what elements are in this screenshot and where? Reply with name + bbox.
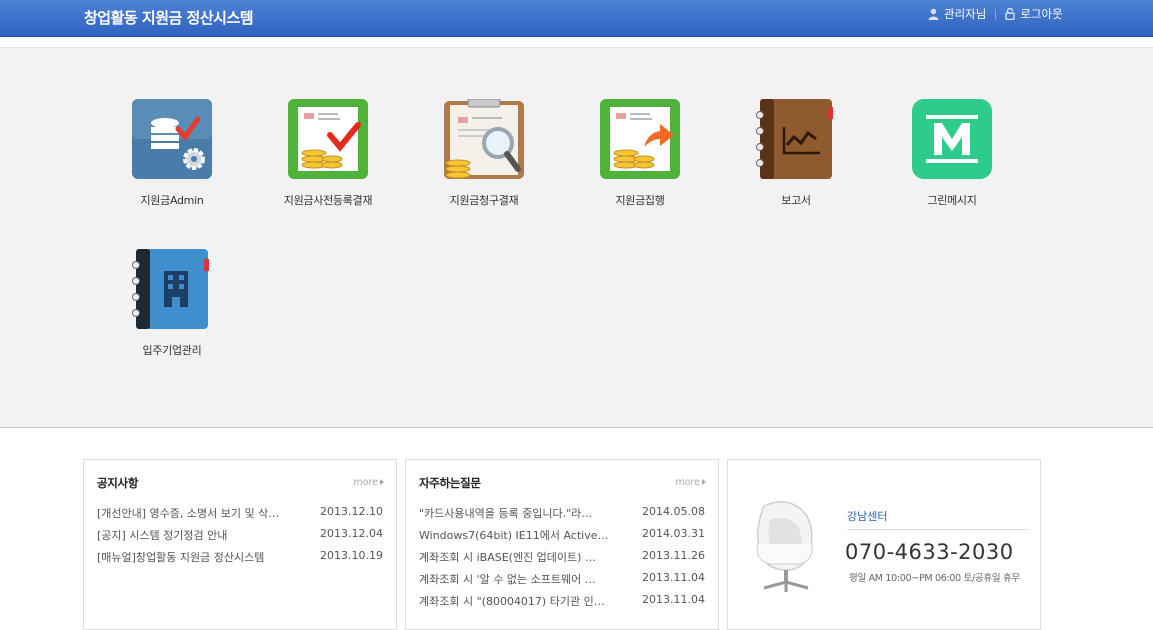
- logout-label: 로그아웃: [1020, 7, 1063, 21]
- notice-panel: 공지사항 more [개선안내] 영수증, 소명서 보기 및 삭… 2013.1…: [83, 459, 397, 630]
- item-title: "카드사용내역을 등록 중입니다."라…: [419, 507, 593, 520]
- faq-list: "카드사용내역을 등록 중입니다."라… 2014.05.08 Windows7…: [419, 505, 705, 615]
- item-title: 계좌조회 시 '알 수 없는 소프트웨어 …: [419, 573, 596, 586]
- egg-chair-icon: [756, 501, 813, 592]
- app-tile-tenant-management[interactable]: 입주기업관리: [107, 249, 237, 358]
- green-message-m-icon: [912, 99, 992, 179]
- app-label: 지원금청구결재: [449, 194, 519, 207]
- app-tile-execution[interactable]: 지원금집행: [575, 99, 705, 208]
- support-hours: 평일 AM 10:00~PM 06:00 토/공휴일 휴무: [849, 573, 1020, 584]
- item-date: 2013.10.19: [320, 549, 383, 562]
- app-label: 지원금사전등록결재: [283, 194, 373, 207]
- notice-list: [개선안내] 영수증, 소명서 보기 및 삭… 2013.12.10 [공지] …: [97, 505, 383, 571]
- app-label: 입주기업관리: [142, 344, 202, 357]
- app-tile-report[interactable]: 보고서: [731, 99, 861, 208]
- report-notebook-icon: [756, 99, 833, 179]
- list-item[interactable]: Windows7(64bit) IE11에서 Active… 2014.03.3…: [419, 527, 705, 549]
- user-area: 관리자님 로그아웃: [928, 6, 1063, 22]
- user-icon: [928, 8, 939, 20]
- item-date: 2013.11.04: [642, 593, 705, 606]
- item-title: [공지] 시스템 정기정검 안내: [97, 529, 228, 542]
- notice-title: 공지사항: [97, 476, 139, 490]
- top-header: 창업활동 지원금 정산시스템 관리자님 로그아웃: [0, 0, 1153, 37]
- faq-title: 자주하는질문: [419, 476, 481, 490]
- support-phone: 070-4633-2030: [845, 540, 1014, 564]
- list-item[interactable]: "카드사용내역을 등록 중입니다."라… 2014.05.08: [419, 505, 705, 527]
- list-item[interactable]: [매뉴얼]창업활동 지원금 정산시스템 2013.10.19: [97, 549, 383, 571]
- item-date: 2013.11.04: [642, 571, 705, 584]
- app-title: 창업활동 지원금 정산시스템: [84, 9, 254, 27]
- document-coins-check-icon: [288, 99, 368, 179]
- divider: [995, 8, 997, 20]
- app-tile-claim-approval[interactable]: 지원금청구결재: [419, 98, 549, 208]
- app-label: 지원금집행: [615, 194, 665, 207]
- building-notebook-icon: [132, 249, 209, 329]
- list-item[interactable]: 계좌조회 시 '알 수 없는 소프트웨어 … 2013.11.04: [419, 571, 705, 593]
- clipboard-search-icon: [444, 98, 524, 179]
- user-menu[interactable]: 관리자님: [928, 6, 986, 22]
- item-title: Windows7(64bit) IE11에서 Active…: [419, 529, 609, 542]
- support-panel: 강남센터 070-4633-2030 평일 AM 10:00~PM 06:00 …: [727, 459, 1041, 630]
- notice-more-link[interactable]: more: [353, 477, 384, 488]
- database-gear-icon: [132, 99, 212, 179]
- app-tile-green-message[interactable]: 그린메시지: [887, 99, 1017, 208]
- app-label: 보고서: [781, 194, 811, 207]
- center-name: 강남센터: [847, 508, 1029, 530]
- list-item[interactable]: [공지] 시스템 정기정검 안내 2013.12.04: [97, 527, 383, 549]
- app-tile-pre-registration[interactable]: 지원금사전등록결재: [263, 99, 393, 208]
- item-date: 2013.11.26: [642, 549, 705, 562]
- app-tile-admin[interactable]: 지원금Admin: [107, 99, 237, 208]
- item-date: 2014.03.31: [642, 527, 705, 540]
- item-title: [매뉴얼]창업활동 지원금 정산시스템: [97, 551, 265, 564]
- item-title: [개선안내] 영수증, 소명서 보기 및 삭…: [97, 507, 280, 520]
- item-date: 2013.12.10: [320, 505, 383, 518]
- item-date: 2014.05.08: [642, 505, 705, 518]
- user-name: 관리자님: [944, 7, 987, 21]
- list-item[interactable]: [개선안내] 영수증, 소명서 보기 및 삭… 2013.12.10: [97, 505, 383, 527]
- faq-more-link[interactable]: more: [675, 477, 706, 488]
- list-item[interactable]: 계좌조회 시 "(80004017) 타기관 인… 2013.11.04: [419, 593, 705, 615]
- item-title: 계좌조회 시 iBASE(엔진 업데이트) …: [419, 551, 596, 564]
- logout-button[interactable]: 로그아웃: [1005, 6, 1063, 22]
- app-label: 지원금Admin: [140, 194, 204, 207]
- app-label: 그린메시지: [927, 194, 977, 207]
- document-coins-arrow-icon: [600, 99, 680, 179]
- app-launcher: 지원금Admin 지원금사전등록결재 지원금청구결재 지원금집행 보고서 그린메…: [0, 47, 1153, 428]
- item-title: 계좌조회 시 "(80004017) 타기관 인…: [419, 595, 605, 608]
- unlock-icon: [1005, 8, 1016, 20]
- list-item[interactable]: 계좌조회 시 iBASE(엔진 업데이트) … 2013.11.26: [419, 549, 705, 571]
- faq-panel: 자주하는질문 more "카드사용내역을 등록 중입니다."라… 2014.05…: [405, 459, 719, 630]
- item-date: 2013.12.04: [320, 527, 383, 540]
